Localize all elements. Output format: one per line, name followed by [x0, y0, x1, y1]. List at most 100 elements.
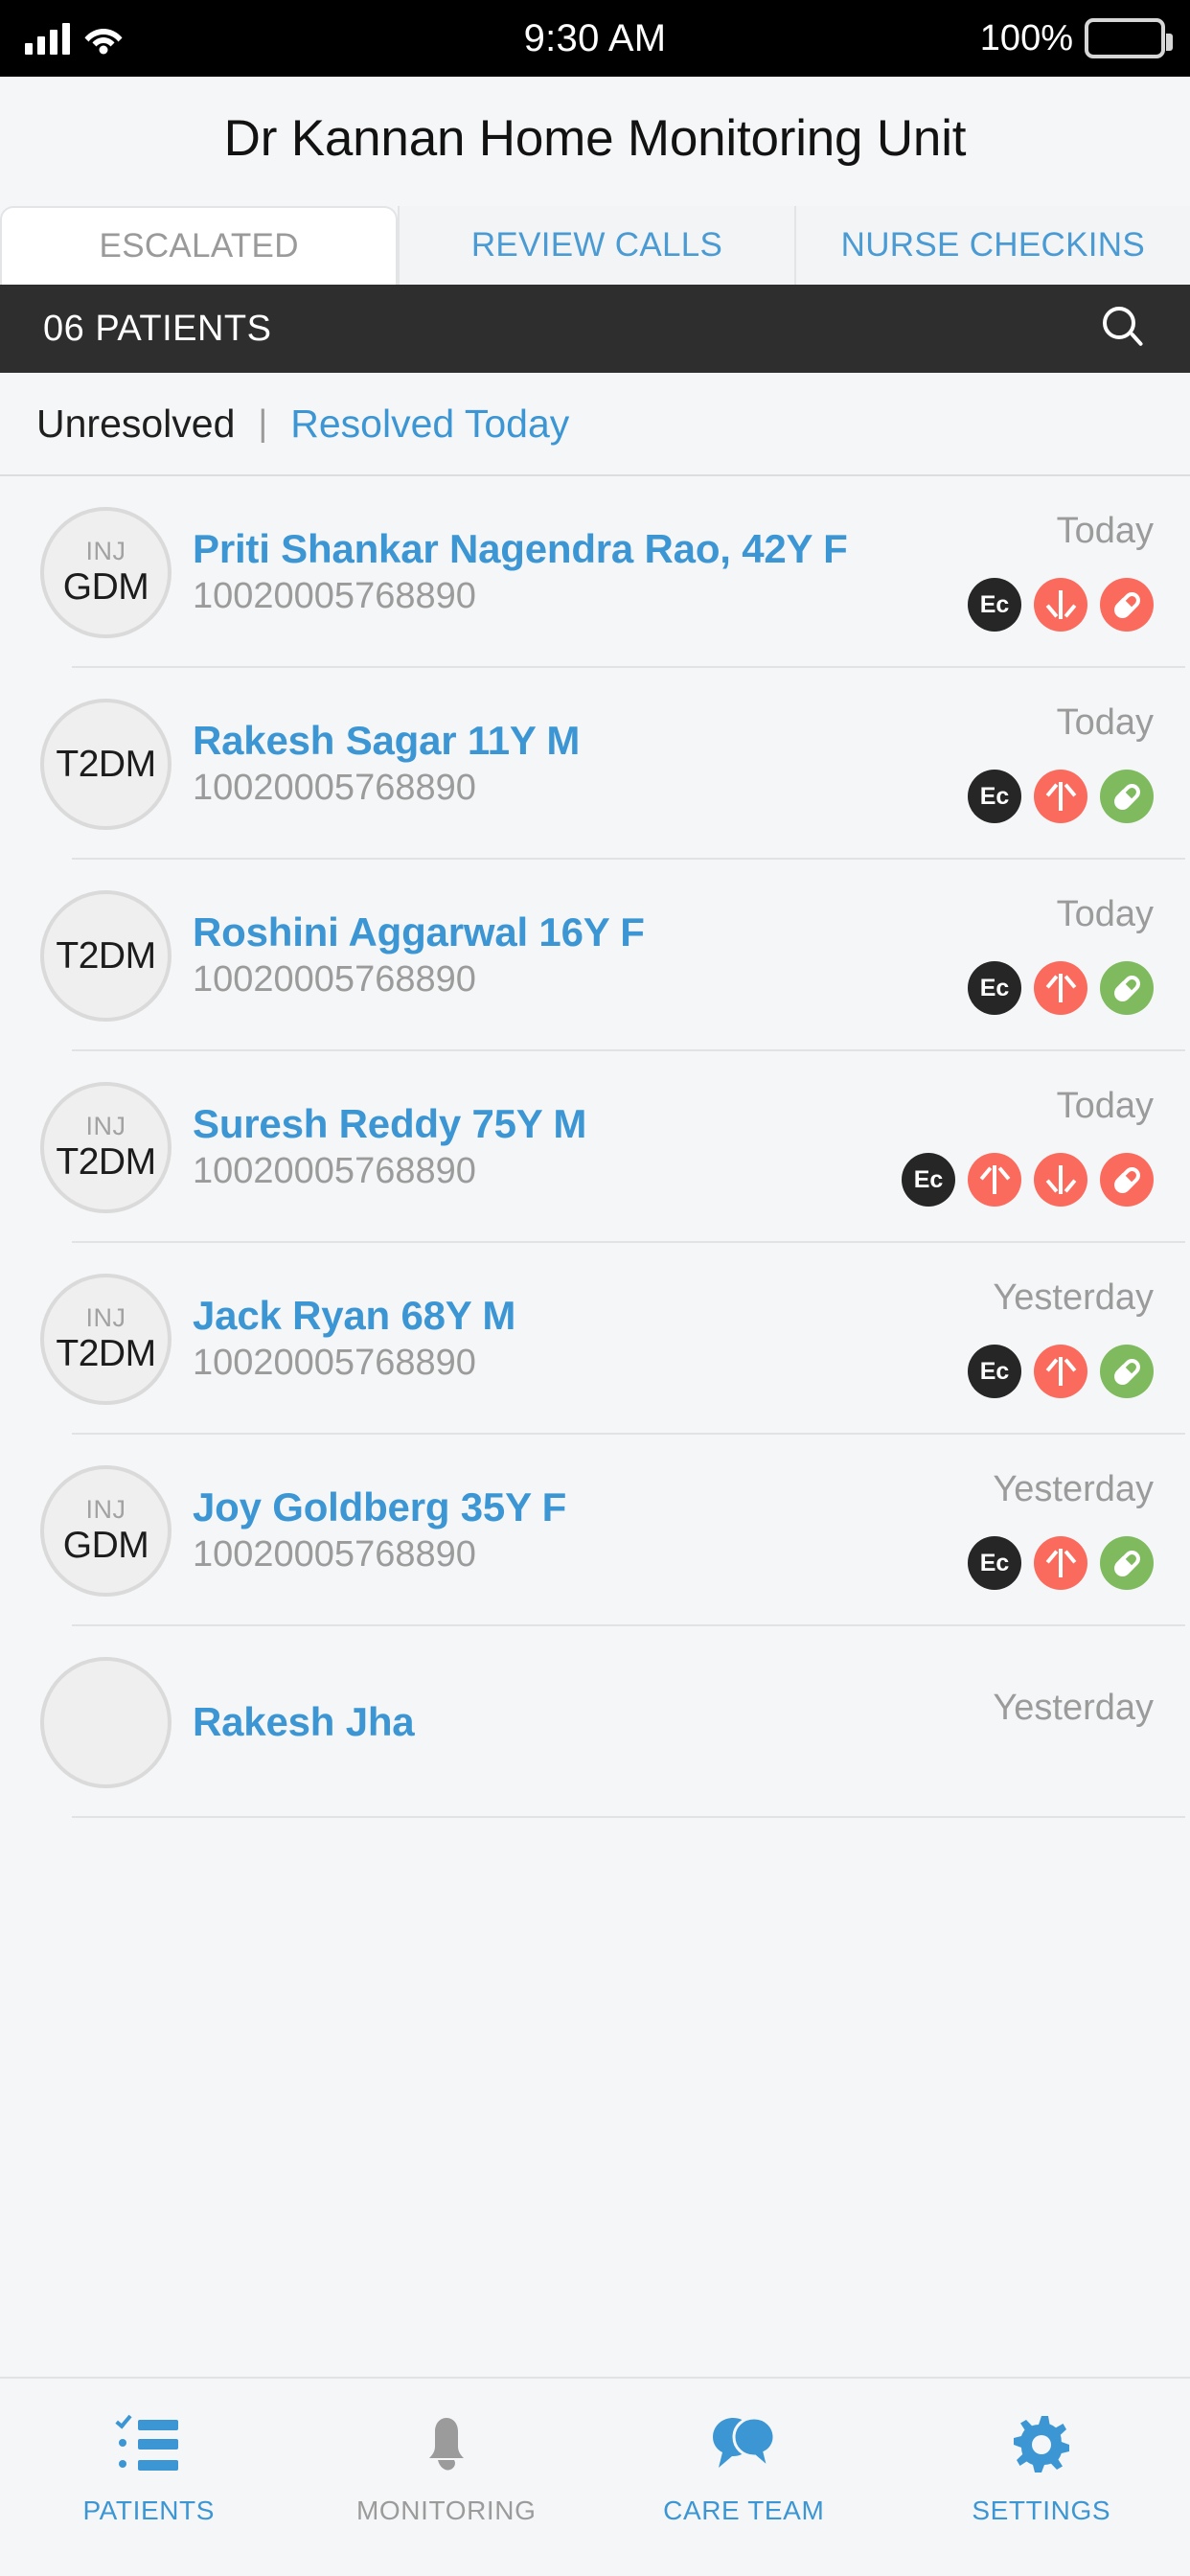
pill-icon[interactable]	[1100, 1536, 1154, 1590]
patient-id: 10020005768890	[193, 768, 476, 809]
chat-bubbles-icon	[710, 2415, 777, 2474]
bottom-navigation: PATIENTS MONITORING CARE TEAM SETTINGS	[0, 2377, 1190, 2576]
gear-icon	[1013, 2415, 1070, 2474]
patient-meta: Today Ec	[968, 476, 1154, 668]
tab-review-calls[interactable]: REVIEW CALLS	[398, 206, 794, 285]
patient-meta: Today Ec	[968, 860, 1154, 1051]
nav-label-settings: SETTINGS	[972, 2496, 1111, 2525]
patient-row[interactable]: INJ T2DM Jack Ryan 68Y M 10020005768890 Yest…	[0, 1243, 1190, 1435]
patient-badges: Ec	[968, 578, 1154, 632]
status-bar: 9:30 AM 100%	[0, 0, 1190, 77]
patient-meta: Yesterday Ec	[968, 1435, 1154, 1626]
patient-info: Suresh Reddy 75Y M 10020005768890	[193, 1100, 902, 1194]
tab-bar: ESCALATED REVIEW CALLS NURSE CHECKINS	[0, 168, 1190, 285]
patient-id: 10020005768890	[193, 1534, 476, 1576]
arrow-up-icon[interactable]	[1034, 961, 1087, 1015]
patient-row[interactable]: INJ GDM Joy Goldberg 35Y F 10020005768890 Ye…	[0, 1435, 1190, 1626]
patient-badges: Ec	[968, 961, 1154, 1015]
patient-list[interactable]: INJ GDM Priti Shankar Nagendra Rao, 42Y F1…	[0, 476, 1190, 2377]
patient-timestamp: Today	[1056, 1086, 1154, 1126]
patient-count-bar: 06 PATIENTS	[0, 285, 1190, 373]
filter-separator: |	[258, 402, 268, 444]
badge-ec[interactable]: Ec	[968, 961, 1021, 1015]
search-icon[interactable]	[1103, 307, 1147, 351]
patient-info: Rakesh Jha	[193, 1698, 993, 1745]
filter-resolved-today[interactable]: Resolved Today	[290, 402, 569, 447]
nav-item-monitoring[interactable]: MONITORING	[298, 2415, 596, 2526]
patient-row[interactable]: T2DM Roshini Aggarwal 16Y F 10020005768890…	[0, 860, 1190, 1051]
status-time: 9:30 AM	[523, 16, 667, 59]
patient-timestamp: Today	[1056, 894, 1154, 934]
patient-meta: Yesterday	[993, 1626, 1154, 1818]
avatar-condition-code: GDM	[62, 566, 149, 608]
patient-row[interactable]: INJ T2DM Suresh Reddy 75Y M 10020005768890 T…	[0, 1051, 1190, 1243]
arrow-up-icon[interactable]	[1034, 1536, 1087, 1590]
patient-id: 10020005768890	[193, 576, 476, 617]
badge-ec[interactable]: Ec	[968, 1536, 1021, 1590]
patient-timestamp: Today	[1056, 702, 1154, 743]
patient-name[interactable]: Priti Shankar Nagendra Rao, 42Y F	[193, 525, 960, 572]
avatar-condition-code: GDM	[62, 1525, 149, 1566]
patient-name[interactable]: Rakesh Jha	[193, 1698, 985, 1745]
arrow-down-icon[interactable]	[1034, 578, 1087, 632]
nav-label-care-team: CARE TEAM	[663, 2496, 825, 2525]
patient-badges: Ec	[968, 1536, 1154, 1590]
patient-badges: Ec	[968, 1345, 1154, 1398]
badge-ec[interactable]: Ec	[968, 770, 1021, 823]
nav-item-care-team[interactable]: CARE TEAM	[595, 2415, 893, 2526]
patient-meta: Today Ec	[968, 668, 1154, 860]
nav-label-patients: PATIENTS	[82, 2496, 216, 2525]
avatar-inj-label: INJ	[85, 1112, 126, 1140]
patient-timestamp: Yesterday	[993, 1469, 1154, 1509]
patient-info: Rakesh Sagar 11Y M 10020005768890	[193, 717, 968, 811]
tab-escalated[interactable]: ESCALATED	[0, 206, 399, 285]
patient-info: Priti Shankar Nagendra Rao, 42Y F 1002000…	[193, 525, 968, 619]
badge-ec[interactable]: Ec	[968, 578, 1021, 632]
nav-item-settings[interactable]: SETTINGS	[893, 2415, 1190, 2526]
arrow-up-icon[interactable]	[968, 1153, 1021, 1207]
patient-info: Jack Ryan 68Y M 10020005768890	[193, 1292, 968, 1386]
patient-name[interactable]: Rakesh Sagar 11Y M	[193, 717, 960, 764]
patient-info: Joy Goldberg 35Y F 10020005768890	[193, 1484, 968, 1577]
filter-unresolved[interactable]: Unresolved	[36, 402, 235, 447]
patient-row[interactable]: Rakesh Jha Yesterday	[0, 1626, 1190, 1818]
pill-icon[interactable]	[1100, 1345, 1154, 1398]
tab-nurse-checkins[interactable]: NURSE CHECKINS	[793, 206, 1190, 285]
patient-name[interactable]: Jack Ryan 68Y M	[193, 1292, 960, 1339]
pill-icon[interactable]	[1100, 961, 1154, 1015]
page-title: Dr Kannan Home Monitoring Unit	[223, 110, 967, 167]
patient-meta: Today Ec	[902, 1051, 1154, 1243]
avatar-inj-label: INJ	[85, 1303, 126, 1332]
patient-id: 10020005768890	[193, 959, 476, 1000]
patient-name[interactable]: Roshini Aggarwal 16Y F	[193, 908, 960, 955]
patient-row[interactable]: INJ GDM Priti Shankar Nagendra Rao, 42Y F1…	[0, 476, 1190, 668]
bell-icon	[421, 2415, 472, 2474]
badge-ec[interactable]: Ec	[968, 1345, 1021, 1398]
patient-avatar: INJ GDM	[40, 506, 172, 638]
patient-name[interactable]: Suresh Reddy 75Y M	[193, 1100, 894, 1147]
patient-id: 10020005768890	[193, 1343, 476, 1384]
arrow-up-icon[interactable]	[1034, 770, 1087, 823]
patient-badges: Ec	[902, 1153, 1154, 1207]
phone-screen: 9:30 AM 100% Dr Kannan Home Monitoring U…	[0, 0, 1190, 2576]
arrow-down-icon[interactable]	[1034, 1153, 1087, 1207]
pill-icon[interactable]	[1100, 1153, 1154, 1207]
avatar-inj-label: INJ	[85, 1495, 126, 1524]
patient-avatar	[40, 1656, 172, 1788]
avatar-condition-code: T2DM	[56, 934, 156, 977]
patient-avatar: INJ T2DM	[40, 1081, 172, 1213]
badge-ec[interactable]: Ec	[902, 1153, 955, 1207]
page-header: Dr Kannan Home Monitoring Unit	[0, 77, 1190, 168]
pill-icon[interactable]	[1100, 578, 1154, 632]
patient-timestamp: Today	[1056, 511, 1154, 551]
avatar-condition-code: T2DM	[56, 743, 156, 785]
patient-count-label: 06 PATIENTS	[43, 308, 272, 349]
patient-meta: Yesterday Ec	[968, 1243, 1154, 1435]
nav-item-patients[interactable]: PATIENTS	[0, 2411, 298, 2526]
pill-icon[interactable]	[1100, 770, 1154, 823]
avatar-inj-label: INJ	[85, 537, 126, 565]
patient-row[interactable]: T2DM Rakesh Sagar 11Y M 10020005768890 Toda…	[0, 668, 1190, 860]
patient-name[interactable]: Joy Goldberg 35Y F	[193, 1484, 960, 1530]
arrow-up-icon[interactable]	[1034, 1345, 1087, 1398]
patient-avatar: T2DM	[40, 889, 172, 1022]
